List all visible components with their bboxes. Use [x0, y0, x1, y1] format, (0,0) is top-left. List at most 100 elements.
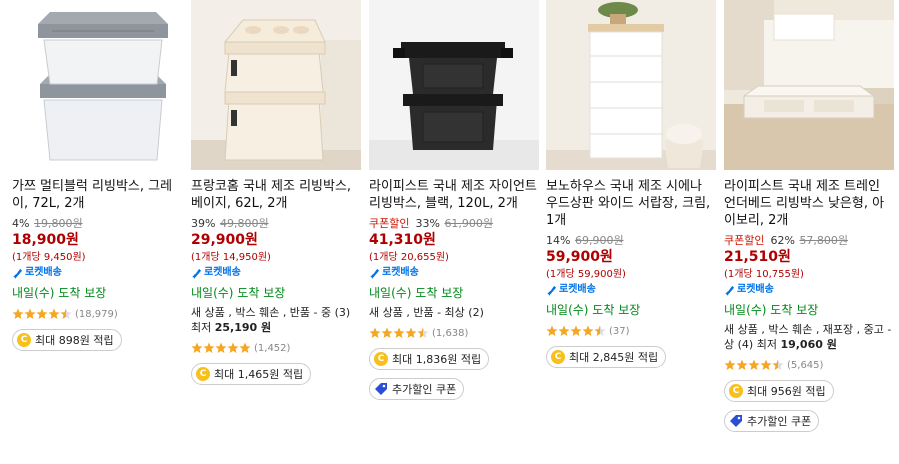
star-icon: [191, 342, 203, 353]
unit-price: (1개당 10,755원): [724, 269, 804, 280]
star-icon: [558, 325, 570, 336]
cash-coin-icon: C: [17, 333, 31, 347]
delivery-info: 내일(수) 도착 보장: [191, 286, 286, 300]
star-rating: [191, 342, 251, 354]
product-title[interactable]: 라이피스트 국내 제조 자이언트 리빙박스, 블랙, 120L, 2개: [369, 178, 539, 212]
discount-rate: 33%: [415, 217, 440, 230]
product-image[interactable]: [12, 0, 182, 170]
rocket-icon: [13, 268, 23, 279]
original-price: 61,900원: [444, 217, 494, 230]
rating: (1,452): [191, 341, 361, 355]
rocket-label: 로켓배송: [382, 267, 419, 278]
product-card[interactable]: 라이피스트 국내 제조 자이언트 리빙박스, 블랙, 120L, 2개 쿠폰할인…: [369, 0, 539, 400]
discount-row: 4% 19,800원: [12, 215, 182, 230]
delivery-info: 내일(수) 도착 보장: [724, 303, 819, 317]
original-price: 57,800원: [799, 234, 849, 247]
rocket-badge: 로켓배송: [546, 283, 716, 297]
star-rating: [12, 308, 72, 320]
rating: (18,979): [12, 307, 182, 321]
sale-price: 41,310원: [369, 232, 436, 248]
reward-text: 최대 1,836원 적립: [392, 353, 482, 366]
product-card[interactable]: 라이피스트 국내 제조 트레인 언더베드 리빙박스 낮은형, 아이보리, 2개 …: [724, 0, 894, 432]
unit-price: (1개당 14,950원): [191, 252, 271, 263]
coupon-discount-label: 쿠폰할인: [369, 217, 410, 230]
delivery-info: 내일(수) 도착 보장: [546, 303, 641, 317]
product-card[interactable]: 가쯔 멀티블럭 리빙박스, 그레이, 72L, 2개 4% 19,800원 18…: [12, 0, 182, 351]
original-price: 19,800원: [33, 217, 83, 230]
reward-text: 최대 898원 적립: [35, 334, 114, 347]
reward-badge: C 최대 956원 적립: [724, 380, 834, 402]
star-icon: [724, 359, 736, 370]
star-rating: [724, 359, 784, 371]
extra-coupon-badge[interactable]: 추가할인 쿠폰: [724, 410, 820, 432]
rocket-icon: [725, 285, 735, 296]
product-list: 가쯔 멀티블럭 리빙박스, 그레이, 72L, 2개 4% 19,800원 18…: [0, 0, 899, 464]
reward-badge: C 최대 1,836원 적립: [369, 348, 490, 370]
star-icon: [582, 325, 594, 336]
rocket-icon: [547, 285, 557, 296]
used-offer-price: 25,190 원: [214, 321, 272, 334]
rocket-badge: 로켓배송: [369, 266, 539, 280]
product-image[interactable]: [369, 0, 539, 170]
star-half-icon: [417, 327, 429, 338]
star-icon: [369, 327, 381, 338]
star-icon: [405, 327, 417, 338]
coupon-tag-icon: [375, 383, 387, 395]
product-card[interactable]: 프랑코홈 국내 제조 리빙박스, 베이지, 62L, 2개 39% 49,800…: [191, 0, 361, 385]
star-icon: [215, 342, 227, 353]
extra-coupon-text: 추가할인 쿠폰: [392, 383, 457, 396]
star-icon: [24, 308, 36, 319]
discount-row: 39% 49,800원: [191, 215, 361, 230]
used-offer[interactable]: 새 상품 , 박스 훼손 , 재포장 , 중고 - 상 (4) 최저 19,06…: [724, 322, 894, 352]
product-image[interactable]: [724, 0, 894, 170]
discount-row: 쿠폰할인 33% 61,900원: [369, 215, 539, 230]
product-image[interactable]: [546, 0, 716, 170]
product-title[interactable]: 라이피스트 국내 제조 트레인 언더베드 리빙박스 낮은형, 아이보리, 2개: [724, 178, 894, 229]
used-offer-text: 새 상품 , 반품 - 최상 (2): [369, 306, 484, 319]
used-offer-price: 19,060 원: [780, 338, 837, 351]
star-icon: [736, 359, 748, 370]
extra-coupon-badge[interactable]: 추가할인 쿠폰: [369, 378, 465, 400]
discount-row: 쿠폰할인 62% 57,800원: [724, 232, 894, 247]
cash-coin-icon: C: [196, 367, 210, 381]
star-half-icon: [594, 325, 606, 336]
product-card[interactable]: 보노하우스 국내 제조 시에나 우드상판 와이드 서랍장, 크림, 1개 14%…: [546, 0, 716, 368]
rocket-badge: 로켓배송: [191, 266, 361, 280]
star-icon: [48, 308, 60, 319]
used-offer[interactable]: 새 상품 , 박스 훼손 , 반품 - 중 (3) 최저 25,190 원: [191, 305, 361, 335]
unit-price: (1개당 9,450원): [12, 252, 86, 263]
coupon-tag-icon: [730, 415, 742, 427]
delivery-info: 내일(수) 도착 보장: [12, 286, 107, 300]
coupon-discount-label: 쿠폰할인: [724, 234, 765, 247]
sale-price: 29,900원: [191, 232, 258, 248]
discount-rate: 14%: [546, 234, 571, 247]
product-image[interactable]: [191, 0, 361, 170]
star-rating: [546, 325, 606, 337]
rating: (37): [546, 324, 716, 338]
reward-badge: C 최대 1,465원 적립: [191, 363, 312, 385]
unit-price: (1개당 20,655원): [369, 252, 449, 263]
star-rating: [369, 327, 429, 339]
unit-price: (1개당 59,900원): [546, 269, 626, 280]
review-count: (5,645): [787, 359, 824, 371]
delivery-info: 내일(수) 도착 보장: [369, 286, 464, 300]
star-icon: [239, 342, 251, 353]
star-icon: [393, 327, 405, 338]
sale-price: 59,900원: [546, 249, 613, 265]
product-title[interactable]: 프랑코홈 국내 제조 리빙박스, 베이지, 62L, 2개: [191, 178, 361, 212]
product-title[interactable]: 보노하우스 국내 제조 시에나 우드상판 와이드 서랍장, 크림, 1개: [546, 178, 716, 229]
cash-coin-icon: C: [551, 350, 565, 364]
discount-rate: 4%: [12, 217, 30, 230]
star-icon: [546, 325, 558, 336]
discount-rate: 62%: [770, 234, 795, 247]
star-icon: [760, 359, 772, 370]
product-title[interactable]: 가쯔 멀티블럭 리빙박스, 그레이, 72L, 2개: [12, 178, 182, 212]
used-offer[interactable]: 새 상품 , 반품 - 최상 (2): [369, 305, 539, 320]
reward-text: 최대 956원 적립: [747, 385, 826, 398]
discount-rate: 39%: [191, 217, 216, 230]
review-count: (1,638): [432, 327, 469, 339]
star-icon: [748, 359, 760, 370]
reward-badge: C 최대 2,845원 적립: [546, 346, 667, 368]
rocket-label: 로켓배송: [559, 284, 596, 295]
star-half-icon: [60, 308, 72, 319]
